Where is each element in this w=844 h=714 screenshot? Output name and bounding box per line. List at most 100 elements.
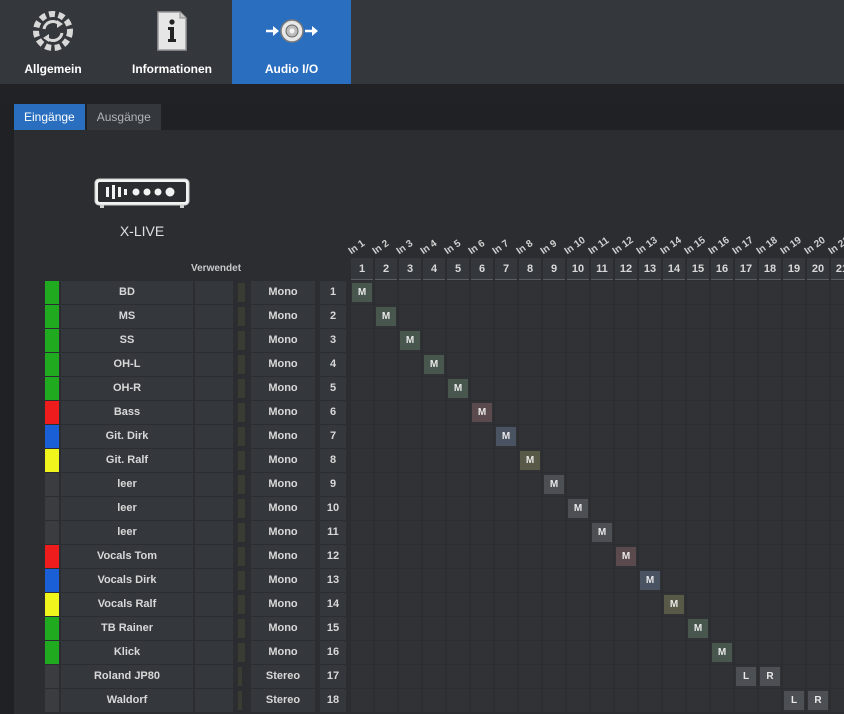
routing-cell[interactable] bbox=[471, 377, 493, 400]
routing-cell[interactable] bbox=[591, 545, 613, 568]
routing-cell[interactable] bbox=[423, 521, 445, 544]
routing-cell[interactable] bbox=[639, 689, 661, 712]
routing-cell[interactable] bbox=[519, 473, 541, 496]
channel-color-swatch[interactable] bbox=[45, 401, 59, 424]
channel-mode-selector[interactable]: Mono bbox=[251, 281, 315, 304]
routing-cell[interactable] bbox=[351, 665, 373, 688]
routing-cell[interactable] bbox=[735, 497, 757, 520]
routing-cell[interactable] bbox=[831, 281, 844, 304]
routing-cell[interactable] bbox=[735, 545, 757, 568]
routing-cell[interactable] bbox=[687, 305, 709, 328]
routing-cell[interactable] bbox=[567, 569, 589, 592]
routing-cell[interactable] bbox=[687, 473, 709, 496]
routing-cell[interactable] bbox=[543, 545, 565, 568]
routing-cell[interactable] bbox=[471, 449, 493, 472]
routing-cell[interactable] bbox=[687, 497, 709, 520]
routing-cell[interactable] bbox=[519, 569, 541, 592]
routing-cell[interactable] bbox=[639, 425, 661, 448]
routing-cell[interactable] bbox=[807, 353, 829, 376]
routing-cell[interactable] bbox=[447, 569, 469, 592]
routing-cell[interactable] bbox=[447, 497, 469, 520]
channel-name[interactable]: OH-L bbox=[61, 353, 193, 376]
routing-cell[interactable] bbox=[783, 353, 805, 376]
routing-cell[interactable] bbox=[639, 449, 661, 472]
routing-cell[interactable] bbox=[543, 593, 565, 616]
routing-cell[interactable] bbox=[567, 689, 589, 712]
routing-cell-active[interactable]: M bbox=[543, 473, 565, 496]
routing-cell[interactable] bbox=[687, 569, 709, 592]
routing-cell[interactable] bbox=[423, 497, 445, 520]
routing-cell[interactable] bbox=[639, 545, 661, 568]
routing-cell[interactable] bbox=[615, 449, 637, 472]
routing-cell[interactable] bbox=[423, 665, 445, 688]
routing-cell[interactable] bbox=[831, 689, 844, 712]
channel-mode-selector[interactable]: Mono bbox=[251, 401, 315, 424]
routing-cell[interactable] bbox=[399, 617, 421, 640]
routing-cell[interactable] bbox=[735, 353, 757, 376]
channel-mode-selector[interactable]: Mono bbox=[251, 425, 315, 448]
routing-cell[interactable] bbox=[495, 545, 517, 568]
routing-cell[interactable] bbox=[615, 473, 637, 496]
routing-cell[interactable] bbox=[543, 665, 565, 688]
routing-cell[interactable] bbox=[519, 281, 541, 304]
routing-cell[interactable] bbox=[759, 329, 781, 352]
routing-cell[interactable] bbox=[663, 473, 685, 496]
routing-cell[interactable] bbox=[399, 521, 421, 544]
routing-cell[interactable] bbox=[495, 329, 517, 352]
routing-cell[interactable] bbox=[807, 497, 829, 520]
channel-mode-selector[interactable]: Mono bbox=[251, 449, 315, 472]
routing-cell[interactable] bbox=[447, 401, 469, 424]
routing-cell[interactable] bbox=[615, 641, 637, 664]
channel-color-swatch[interactable] bbox=[45, 305, 59, 328]
routing-cell[interactable] bbox=[615, 617, 637, 640]
routing-cell[interactable] bbox=[375, 569, 397, 592]
routing-cell[interactable] bbox=[615, 305, 637, 328]
routing-cell[interactable] bbox=[447, 281, 469, 304]
routing-cell[interactable] bbox=[519, 425, 541, 448]
channel-mode-selector[interactable]: Mono bbox=[251, 497, 315, 520]
routing-cell[interactable] bbox=[351, 425, 373, 448]
routing-cell[interactable] bbox=[783, 305, 805, 328]
routing-cell[interactable] bbox=[495, 473, 517, 496]
routing-cell[interactable] bbox=[735, 473, 757, 496]
routing-cell[interactable] bbox=[711, 521, 733, 544]
routing-cell[interactable] bbox=[687, 401, 709, 424]
routing-cell[interactable] bbox=[735, 281, 757, 304]
tab-ausgaenge[interactable]: Ausgänge bbox=[86, 104, 161, 130]
routing-cell[interactable] bbox=[495, 497, 517, 520]
channel-name[interactable]: MS bbox=[61, 305, 193, 328]
routing-cell[interactable] bbox=[735, 377, 757, 400]
routing-cell-active[interactable]: M bbox=[471, 401, 493, 424]
routing-cell[interactable] bbox=[423, 305, 445, 328]
routing-cell[interactable] bbox=[591, 689, 613, 712]
channel-color-swatch[interactable] bbox=[45, 377, 59, 400]
routing-cell-active[interactable]: L bbox=[735, 665, 757, 688]
channel-mode-selector[interactable]: Mono bbox=[251, 473, 315, 496]
channel-name[interactable]: Vocals Ralf bbox=[61, 593, 193, 616]
routing-cell[interactable] bbox=[543, 641, 565, 664]
routing-cell[interactable] bbox=[471, 281, 493, 304]
tab-audio-io[interactable]: Audio I/O bbox=[232, 0, 351, 84]
routing-cell[interactable] bbox=[663, 425, 685, 448]
channel-color-swatch[interactable] bbox=[45, 521, 59, 544]
channel-name[interactable]: Waldorf bbox=[61, 689, 193, 712]
channel-name[interactable]: Roland JP80 bbox=[61, 665, 193, 688]
routing-cell[interactable] bbox=[471, 425, 493, 448]
routing-cell[interactable] bbox=[399, 665, 421, 688]
channel-color-swatch[interactable] bbox=[45, 569, 59, 592]
routing-cell[interactable] bbox=[639, 305, 661, 328]
routing-cell[interactable] bbox=[375, 401, 397, 424]
routing-cell[interactable] bbox=[351, 305, 373, 328]
routing-cell[interactable] bbox=[687, 689, 709, 712]
routing-cell[interactable] bbox=[495, 665, 517, 688]
routing-cell[interactable] bbox=[591, 665, 613, 688]
channel-mode-selector[interactable]: Stereo bbox=[251, 689, 315, 712]
routing-cell[interactable] bbox=[807, 545, 829, 568]
routing-cell[interactable] bbox=[663, 401, 685, 424]
routing-cell[interactable] bbox=[759, 473, 781, 496]
routing-cell[interactable] bbox=[783, 641, 805, 664]
routing-cell[interactable] bbox=[615, 353, 637, 376]
routing-cell[interactable] bbox=[447, 305, 469, 328]
routing-cell[interactable] bbox=[759, 521, 781, 544]
routing-cell[interactable] bbox=[807, 641, 829, 664]
